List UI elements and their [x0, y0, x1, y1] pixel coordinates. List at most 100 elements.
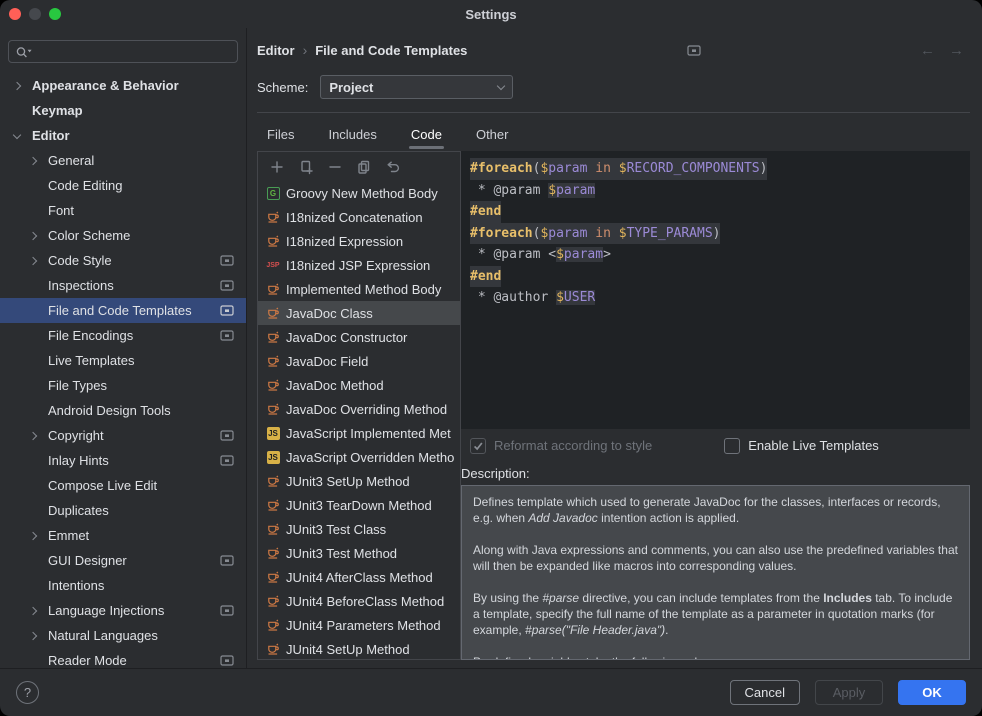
template-item-javadoc-field[interactable]: JavaDoc Field: [258, 349, 460, 373]
forward-icon[interactable]: →: [949, 42, 964, 59]
chevron-right-icon[interactable]: [29, 156, 37, 164]
java-class-icon: [266, 210, 280, 224]
template-item-junit4-afterclass-method[interactable]: JUnit4 AfterClass Method: [258, 565, 460, 589]
code-line: #foreach($param in $RECORD_COMPONENTS): [470, 158, 970, 180]
sidebar-item-font[interactable]: Font: [0, 198, 246, 223]
template-item-junit4-parameters-method[interactable]: JUnit4 Parameters Method: [258, 613, 460, 637]
code-line: #end: [470, 266, 970, 288]
template-item-i18nized-concatenation[interactable]: I18nized Concatenation: [258, 205, 460, 229]
ok-button[interactable]: OK: [898, 680, 966, 705]
chevron-right-icon[interactable]: [29, 256, 37, 264]
monitor-icon: [220, 255, 234, 266]
breadcrumb-editor[interactable]: Editor: [257, 43, 295, 58]
tab-files[interactable]: Files: [265, 121, 296, 151]
sidebar-item-file-and-code-templates[interactable]: File and Code Templates: [0, 298, 246, 323]
create-child-template-icon[interactable]: [298, 159, 314, 175]
monitor-icon: [220, 330, 234, 341]
template-item-junit3-test-method[interactable]: JUnit3 Test Method: [258, 541, 460, 565]
sidebar-item-label: Android Design Tools: [48, 403, 171, 418]
jsp-icon: JSP: [266, 258, 280, 272]
template-editor[interactable]: #foreach($param in $RECORD_COMPONENTS) *…: [461, 151, 970, 429]
template-item-junit3-teardown-method[interactable]: JUnit3 TearDown Method: [258, 493, 460, 517]
template-item-junit3-setup-method[interactable]: JUnit3 SetUp Method: [258, 469, 460, 493]
apply-button[interactable]: Apply: [815, 680, 883, 705]
chevron-right-icon[interactable]: [13, 81, 21, 89]
chevron-right-icon[interactable]: [29, 606, 37, 614]
sidebar-item-file-types[interactable]: File Types: [0, 373, 246, 398]
sidebar-item-reader-mode[interactable]: Reader Mode: [0, 648, 246, 668]
sidebar-item-live-templates[interactable]: Live Templates: [0, 348, 246, 373]
titlebar: Settings: [0, 0, 982, 28]
sidebar-item-inlay-hints[interactable]: Inlay Hints: [0, 448, 246, 473]
reformat-checkbox[interactable]: Reformat according to style: [470, 438, 652, 454]
template-item-junit4-beforeclass-method[interactable]: JUnit4 BeforeClass Method: [258, 589, 460, 613]
sidebar-item-gui-designer[interactable]: GUI Designer: [0, 548, 246, 573]
sidebar-item-file-encodings[interactable]: File Encodings: [0, 323, 246, 348]
chevron-right-icon[interactable]: [29, 231, 37, 239]
sidebar-item-keymap[interactable]: Keymap: [0, 98, 246, 123]
chevron-right-icon[interactable]: [29, 531, 37, 539]
remove-template-icon[interactable]: [327, 159, 343, 175]
cancel-button[interactable]: Cancel: [730, 680, 800, 705]
description-paragraph: Defines template which used to generate …: [473, 494, 958, 526]
sidebar-item-label: Keymap: [32, 103, 83, 118]
template-item-javascript-implemented-met[interactable]: JSJavaScript Implemented Met: [258, 421, 460, 445]
sidebar-item-label: File Encodings: [48, 328, 133, 343]
help-button[interactable]: ?: [16, 681, 39, 704]
template-item-junit4-setup-method[interactable]: JUnit4 SetUp Method: [258, 637, 460, 659]
monitor-icon: [220, 605, 234, 616]
copy-template-icon[interactable]: [356, 159, 372, 175]
sidebar-item-color-scheme[interactable]: Color Scheme: [0, 223, 246, 248]
sidebar-item-appearance-behavior[interactable]: Appearance & Behavior: [0, 73, 246, 98]
template-item-javadoc-overriding-method[interactable]: JavaDoc Overriding Method: [258, 397, 460, 421]
sidebar-item-label: Code Editing: [48, 178, 122, 193]
template-item-junit3-test-class[interactable]: JUnit3 Test Class: [258, 517, 460, 541]
sidebar-item-emmet[interactable]: Emmet: [0, 523, 246, 548]
sidebar-item-intentions[interactable]: Intentions: [0, 573, 246, 598]
sidebar-item-android-design-tools[interactable]: Android Design Tools: [0, 398, 246, 423]
sidebar-item-compose-live-edit[interactable]: Compose Live Edit: [0, 473, 246, 498]
template-item-label: JavaDoc Constructor: [286, 330, 407, 345]
sidebar-item-duplicates[interactable]: Duplicates: [0, 498, 246, 523]
add-template-icon[interactable]: [269, 159, 285, 175]
back-icon[interactable]: ←: [920, 42, 935, 59]
sidebar-item-natural-languages[interactable]: Natural Languages: [0, 623, 246, 648]
template-variable: $USER: [556, 290, 595, 305]
chevron-down-icon[interactable]: [13, 130, 21, 138]
scheme-select[interactable]: Project: [320, 75, 513, 99]
template-item-javascript-overridden-metho[interactable]: JSJavaScript Overridden Metho: [258, 445, 460, 469]
chevron-right-icon[interactable]: [29, 431, 37, 439]
live-templates-checkbox[interactable]: Enable Live Templates: [724, 438, 879, 454]
sidebar-item-language-injections[interactable]: Language Injections: [0, 598, 246, 623]
sidebar-item-code-editing[interactable]: Code Editing: [0, 173, 246, 198]
tab-code[interactable]: Code: [409, 121, 444, 151]
search-input[interactable]: [35, 44, 231, 59]
chevron-right-icon[interactable]: [29, 631, 37, 639]
sidebar-item-copyright[interactable]: Copyright: [0, 423, 246, 448]
template-item-javadoc-constructor[interactable]: JavaDoc Constructor: [258, 325, 460, 349]
template-variable: $param: [540, 161, 587, 176]
template-tabs: Files Includes Code Other: [257, 113, 970, 151]
java-class-icon: [266, 642, 280, 656]
reformat-label: Reformat according to style: [494, 438, 652, 453]
template-item-implemented-method-body[interactable]: Implemented Method Body: [258, 277, 460, 301]
sidebar-item-label: Appearance & Behavior: [32, 78, 179, 93]
breadcrumb: Editor › File and Code Templates ← →: [257, 30, 970, 70]
sidebar-item-code-style[interactable]: Code Style: [0, 248, 246, 273]
tab-other[interactable]: Other: [474, 121, 511, 151]
search-field[interactable]: [8, 40, 238, 63]
template-item-i18nized-jsp-expression[interactable]: JSPI18nized JSP Expression: [258, 253, 460, 277]
sidebar-item-label: Editor: [32, 128, 70, 143]
sidebar-item-general[interactable]: General: [0, 148, 246, 173]
code-line: * @param $param: [470, 180, 970, 202]
reset-to-default-icon[interactable]: [385, 159, 401, 175]
sidebar-item-editor[interactable]: Editor: [0, 123, 246, 148]
sidebar-item-inspections[interactable]: Inspections: [0, 273, 246, 298]
tab-includes[interactable]: Includes: [326, 121, 378, 151]
settings-window: Settings Appearance & Behavior Keymap Edit…: [0, 0, 982, 716]
template-item-javadoc-method[interactable]: JavaDoc Method: [258, 373, 460, 397]
template-item-i18nized-expression[interactable]: I18nized Expression: [258, 229, 460, 253]
template-item-javadoc-class[interactable]: JavaDoc Class: [258, 301, 460, 325]
sidebar-item-label: Language Injections: [48, 603, 164, 618]
template-item-groovy-new-method-body[interactable]: GGroovy New Method Body: [258, 181, 460, 205]
